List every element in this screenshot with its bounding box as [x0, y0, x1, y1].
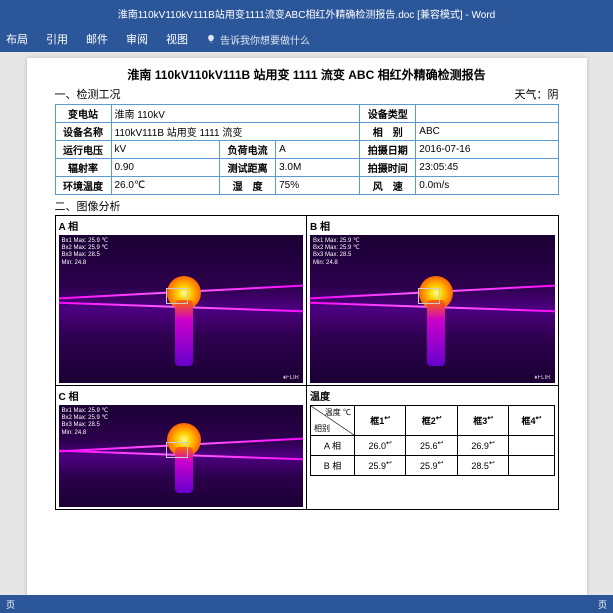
flir-logo: ♦FLIR [283, 375, 299, 381]
ribbon-tab-mailings[interactable]: 邮件 [86, 31, 108, 47]
status-left: 页 [6, 598, 15, 611]
lbl-shottime: 拍摄时间 [360, 159, 416, 177]
cell [509, 436, 554, 456]
label-phase-b: B 相 [310, 218, 555, 233]
ribbon-tab-view[interactable]: 视图 [166, 31, 188, 47]
lbl-humidity: 湿 度 [220, 177, 276, 195]
val-devname: 110kV111B 站用变 1111 流变 [111, 123, 360, 141]
ribbon: 布局 引用 邮件 审阅 视图 告诉我你想要做什么 [0, 26, 613, 52]
val-wind: 0.0m/s [416, 177, 558, 195]
measure-box [166, 442, 188, 458]
cell-temp-table: 温度 温度 ℃ 相别 框1↩ 框2↩ 框3↩ 框4↩ [307, 386, 559, 510]
table-row: 变电站 淮南 110kV 设备类型 [55, 105, 558, 123]
weather-label: 天气：阴 [515, 86, 559, 102]
thermal-readout: Bx1 Max: 25.9 ℃ Bx2 Max: 25.9 ℃ Bx3 Max:… [313, 238, 360, 267]
lbl-emissivity: 辐射率 [55, 159, 111, 177]
flir-logo: ♦FLIR [534, 375, 550, 381]
cell: 25.9↩ [406, 456, 457, 476]
lbl-devtype: 设备类型 [360, 105, 416, 123]
document-page: 淮南 110kV110kV111B 站用变 1111 流变 ABC 相红外精确检… [27, 58, 587, 595]
val-shottime: 23:05:45 [416, 159, 558, 177]
table-row: 温度 ℃ 相别 框1↩ 框2↩ 框3↩ 框4↩ [311, 406, 555, 436]
window-titlebar: 淮南110kV110kV111B站用变1111流变ABC相红外精确检测报告.do… [0, 0, 613, 26]
cell: 26.0↩ [355, 436, 406, 456]
val-shotdate: 2016-07-16 [416, 141, 558, 159]
window-title: 淮南110kV110kV111B站用变1111流变ABC相红外精确检测报告.do… [118, 6, 496, 21]
statusbar: 页 页 [0, 595, 613, 613]
val-distance: 3.0M [276, 159, 360, 177]
table-row: 运行电压 kV 负荷电流 A 拍摄日期 2016-07-16 [55, 141, 558, 159]
val-phase: ABC [416, 123, 558, 141]
cell: 25.9↩ [355, 456, 406, 476]
val-humidity: 75% [276, 177, 360, 195]
table-row: C 相 Bx1 Max: 25.9 ℃ Bx2 Max: 25.9 ℃ Bx3 … [55, 386, 558, 510]
temperature-table: 温度 ℃ 相别 框1↩ 框2↩ 框3↩ 框4↩ A 相 26.0↩ 25.6↩ [310, 405, 555, 476]
thermal-image-a: Bx1 Max: 25.9 ℃ Bx2 Max: 25.9 ℃ Bx3 Max:… [59, 235, 304, 383]
section-1-heading: 一、检测工况 [55, 86, 121, 102]
tell-me-search[interactable]: 告诉我你想要做什么 [206, 32, 310, 47]
cell: 28.5↩ [457, 456, 508, 476]
lbl-ambient: 环境温度 [55, 177, 111, 195]
table-row: A 相 Bx1 Max: 25.9 ℃ Bx2 Max: 25.9 ℃ Bx3 … [55, 216, 558, 386]
thermal-image-c: Bx1 Max: 25.9 ℃ Bx2 Max: 25.9 ℃ Bx3 Max:… [59, 405, 304, 507]
measure-box [418, 288, 440, 304]
lbl-voltage: 运行电压 [55, 141, 111, 159]
lbl-wind: 风 速 [360, 177, 416, 195]
col-header: 框3↩ [457, 406, 508, 436]
table-row: 设备名称 110kV111B 站用变 1111 流变 相 别 ABC [55, 123, 558, 141]
row-label: A 相 [311, 436, 355, 456]
col-header: 框1↩ [355, 406, 406, 436]
table-row: A 相 26.0↩ 25.6↩ 26.9↩ [311, 436, 555, 456]
lbl-substation: 变电站 [55, 105, 111, 123]
doc-title: 淮南 110kV110kV111B 站用变 1111 流变 ABC 相红外精确检… [55, 66, 559, 83]
val-devtype [416, 105, 558, 123]
val-substation: 淮南 110kV [111, 105, 360, 123]
thermal-readout: Bx1 Max: 25.9 ℃ Bx2 Max: 25.9 ℃ Bx3 Max:… [62, 238, 109, 267]
lbl-phase: 相 别 [360, 123, 416, 141]
table-row: 环境温度 26.0℃ 湿 度 75% 风 速 0.0m/s [55, 177, 558, 195]
cell [509, 456, 554, 476]
val-emissivity: 0.90 [111, 159, 220, 177]
row-label: B 相 [311, 456, 355, 476]
measure-box [166, 288, 188, 304]
lbl-current: 负荷电流 [220, 141, 276, 159]
thermal-image-b: Bx1 Max: 25.9 ℃ Bx2 Max: 25.9 ℃ Bx3 Max:… [310, 235, 555, 383]
cell: 26.9↩ [457, 436, 508, 456]
cell-phase-a: A 相 Bx1 Max: 25.9 ℃ Bx2 Max: 25.9 ℃ Bx3 … [55, 216, 307, 386]
diag-header: 温度 ℃ 相别 [311, 406, 355, 436]
cell-phase-b: B 相 Bx1 Max: 25.9 ℃ Bx2 Max: 25.9 ℃ Bx3 … [307, 216, 559, 386]
label-phase-c: C 相 [59, 388, 304, 403]
cell: 25.6↩ [406, 436, 457, 456]
info-table: 变电站 淮南 110kV 设备类型 设备名称 110kV111B 站用变 111… [55, 104, 559, 195]
equipment [161, 423, 201, 493]
label-temp: 温度 [310, 388, 555, 403]
thermal-readout: Bx1 Max: 25.9 ℃ Bx2 Max: 25.9 ℃ Bx3 Max:… [62, 408, 109, 437]
ribbon-tab-layout[interactable]: 布局 [6, 31, 28, 47]
val-voltage: kV [111, 141, 220, 159]
table-row: 辐射率 0.90 测试距离 3.0M 拍摄时间 23:05:45 [55, 159, 558, 177]
cell-phase-c: C 相 Bx1 Max: 25.9 ℃ Bx2 Max: 25.9 ℃ Bx3 … [55, 386, 307, 510]
section-2-heading: 二、图像分析 [55, 198, 559, 214]
ribbon-tab-review[interactable]: 审阅 [126, 31, 148, 47]
tell-me-placeholder: 告诉我你想要做什么 [220, 32, 310, 47]
ribbon-tab-references[interactable]: 引用 [46, 31, 68, 47]
lbl-shotdate: 拍摄日期 [360, 141, 416, 159]
image-grid: A 相 Bx1 Max: 25.9 ℃ Bx2 Max: 25.9 ℃ Bx3 … [55, 215, 559, 510]
val-ambient: 26.0℃ [111, 177, 220, 195]
col-header: 框4↩ [509, 406, 554, 436]
lightbulb-icon [206, 34, 216, 44]
lbl-devname: 设备名称 [55, 123, 111, 141]
document-canvas: 淮南 110kV110kV111B 站用变 1111 流变 ABC 相红外精确检… [0, 52, 613, 595]
section-1-row: 一、检测工况 天气：阴 [55, 86, 559, 102]
label-phase-a: A 相 [59, 218, 304, 233]
val-current: A [276, 141, 360, 159]
table-row: B 相 25.9↩ 25.9↩ 28.5↩ [311, 456, 555, 476]
lbl-distance: 测试距离 [220, 159, 276, 177]
col-header: 框2↩ [406, 406, 457, 436]
status-right: 页 [598, 598, 607, 611]
